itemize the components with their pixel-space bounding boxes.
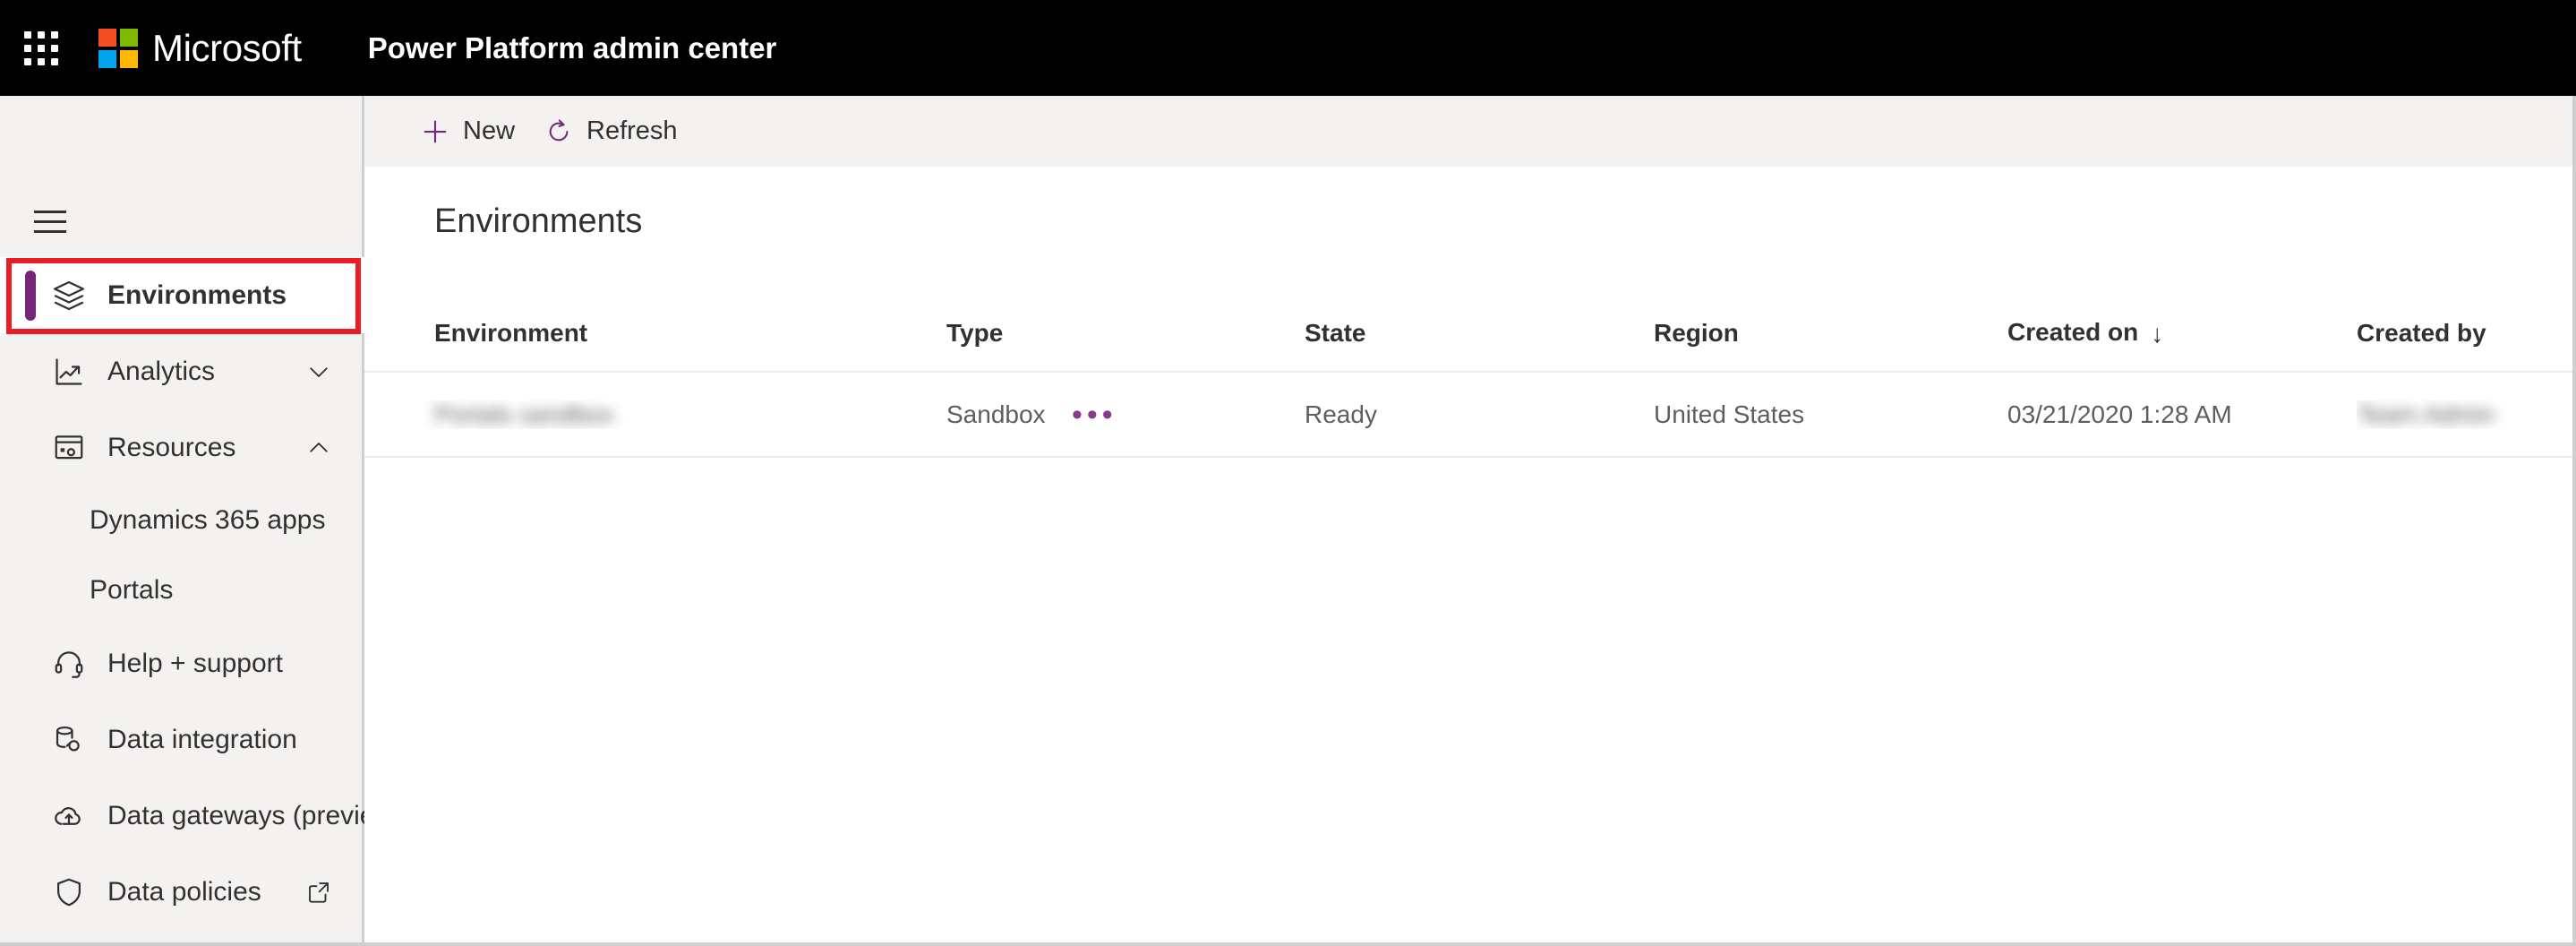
sidebar-item-dynamics-365-apps[interactable]: Dynamics 365 apps	[0, 486, 364, 555]
table-header-row: Environment Type State Region Created on…	[364, 295, 2576, 371]
sidebar-item-label: Help + support	[107, 648, 283, 678]
sidebar-item-analytics[interactable]: Analytics	[0, 333, 364, 409]
column-header-created-on-label: Created on	[2007, 317, 2139, 346]
shield-icon	[48, 872, 90, 913]
cloud-upload-icon	[48, 796, 90, 837]
environment-name-redacted: Portals sandbox	[434, 400, 614, 428]
window-right-border	[2572, 96, 2576, 946]
sidebar-item-label: Analytics	[107, 356, 216, 386]
main-content: Environments Environment Type State Regi…	[364, 167, 2576, 946]
microsoft-logo-icon	[98, 28, 138, 68]
sidebar-item-label: Portals	[90, 575, 174, 605]
sidebar-item-environments[interactable]: Environments	[0, 257, 364, 333]
suite-header: Microsoft Power Platform admin center	[0, 0, 2576, 96]
microsoft-logo[interactable]: Microsoft	[98, 27, 302, 70]
microsoft-wordmark: Microsoft	[152, 26, 302, 69]
cell-state: Ready	[1305, 400, 1377, 428]
page-title: Environments	[434, 202, 643, 240]
app-title: Power Platform admin center	[367, 30, 777, 64]
cell-environment[interactable]: Portals sandbox	[364, 400, 946, 429]
refresh-icon	[543, 116, 574, 147]
sidebar-item-label: Data gateways (preview)	[107, 800, 404, 830]
sidebar-item-label: Data policies	[107, 876, 261, 907]
command-bar: New Refresh	[364, 96, 2576, 167]
line-chart-icon	[48, 351, 90, 392]
sidebar-item-data-gateways[interactable]: Data gateways (preview)	[0, 778, 403, 854]
column-header-environment[interactable]: Environment	[364, 319, 946, 348]
created-by-redacted: Team Admin	[2357, 400, 2495, 428]
sidebar-item-label: Dynamics 365 apps	[90, 505, 326, 535]
sidebar-item-data-policies[interactable]: Data policies	[0, 854, 364, 930]
sort-descending-icon: ↓	[2151, 319, 2164, 348]
window-bottom-border	[0, 942, 2576, 946]
new-button-label: New	[463, 116, 516, 145]
app-launcher-icon[interactable]	[16, 23, 66, 73]
sidebar-item-data-integration[interactable]: Data integration	[0, 701, 364, 778]
cell-type: Sandbox	[946, 400, 1046, 428]
hamburger-menu-icon[interactable]	[34, 211, 66, 236]
sidebar-item-label: Environments	[107, 280, 287, 310]
sidebar-item-label: Data integration	[107, 724, 297, 754]
chevron-down-icon[interactable]	[305, 358, 332, 385]
database-link-icon	[48, 719, 90, 761]
resources-icon	[48, 427, 90, 469]
selection-accent-bar	[25, 270, 36, 321]
table-row[interactable]: Portals sandbox ••• Sandbox Ready United…	[364, 371, 2576, 458]
new-button[interactable]: New	[420, 116, 515, 147]
sidebar-item-resources[interactable]: Resources	[0, 409, 364, 486]
cell-region: United States	[1654, 400, 1805, 428]
column-header-created-by[interactable]: Created by	[2357, 319, 2576, 348]
refresh-button[interactable]: Refresh	[543, 116, 678, 147]
app-root: Microsoft Power Platform admin center En…	[0, 0, 2576, 946]
column-header-state[interactable]: State	[1305, 319, 1654, 348]
cell-created-by: Team Admin	[2357, 400, 2576, 429]
column-header-region[interactable]: Region	[1654, 319, 2007, 348]
layers-icon	[48, 275, 90, 316]
sidebar-item-portals[interactable]: Portals	[0, 555, 364, 625]
sidebar-nav-list: Environments Analytics Resources Dynamic…	[0, 257, 403, 946]
sidebar-item-help-support[interactable]: Help + support	[0, 625, 364, 701]
cell-created-on: 03/21/2020 1:28 AM	[2007, 400, 2232, 428]
sidebar-item-label: Resources	[107, 432, 236, 462]
headset-icon	[48, 643, 90, 684]
refresh-button-label: Refresh	[586, 116, 678, 145]
column-header-type[interactable]: Type	[946, 319, 1305, 348]
external-link-icon[interactable]	[305, 879, 332, 906]
column-header-created-on[interactable]: Created on ↓	[2007, 318, 2357, 348]
chevron-up-icon[interactable]	[305, 434, 332, 461]
environments-table: Environment Type State Region Created on…	[364, 295, 2576, 458]
row-overflow-menu-icon[interactable]: •••	[1072, 400, 1117, 430]
sidebar: Environments Analytics Resources Dynamic…	[0, 96, 403, 946]
plus-icon	[420, 116, 450, 147]
